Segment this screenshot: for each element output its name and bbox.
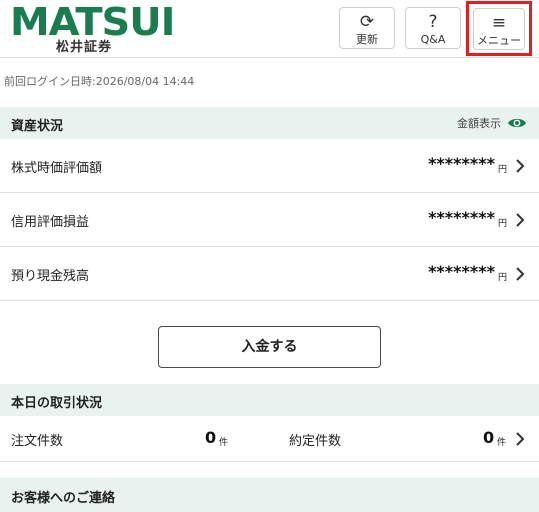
trade-section-header: 本日の取引状況 [0, 384, 539, 416]
amount-display-toggle[interactable]: 金額表示 [457, 114, 527, 132]
refresh-label: 更新 [356, 33, 378, 46]
hamburger-icon: ≡ [491, 13, 507, 33]
notice-section-title: お客様へのご連絡 [11, 491, 116, 506]
row-unit: 円 [497, 219, 507, 229]
notice-section-header: お客様へのご連絡 [0, 478, 539, 512]
row-unit: 円 [497, 273, 507, 283]
last-login-text: 前回ログイン日時:2026/08/04 14:44 [4, 75, 195, 88]
chevron-right-icon [516, 159, 525, 173]
order-count-label: 注文件数 [11, 434, 64, 449]
execution-count-value: 0 [483, 428, 495, 447]
amount-display-label: 金額表示 [457, 117, 501, 130]
chevron-right-icon [516, 267, 525, 281]
row-value-masked: ******** [428, 154, 495, 173]
row-label: 預り現金残高 [11, 269, 90, 284]
assets-section-header: 資産状況 金額表示 [0, 107, 539, 139]
refresh-button[interactable]: ⟳ 更新 [339, 7, 395, 49]
asset-row-cash-balance[interactable]: 預り現金残高 ******** 円 [0, 247, 539, 301]
row-label: 株式時価評価額 [11, 161, 103, 176]
trade-section-title: 本日の取引状況 [11, 396, 103, 411]
qa-label: Q&A [420, 33, 446, 46]
execution-count-label: 約定件数 [289, 434, 342, 449]
menu-button[interactable]: ≡ メニュー [473, 8, 525, 50]
matsui-logo[interactable]: MATSUI 松井証券 [10, 2, 175, 56]
chevron-right-icon [516, 213, 525, 227]
question-icon: ? [428, 12, 438, 32]
refresh-icon: ⟳ [359, 12, 375, 32]
assets-section-title: 資産状況 [11, 119, 64, 134]
row-unit: 円 [497, 165, 507, 175]
deposit-button[interactable]: 入金する [158, 326, 381, 368]
row-value-masked: ******** [428, 208, 495, 227]
menu-label: メニュー [477, 34, 521, 47]
eye-icon [508, 118, 526, 128]
execution-count-unit: 件 [497, 438, 507, 448]
logo-text: MATSUI [10, 0, 175, 44]
app-header: MATSUI 松井証券 ⟳ 更新 ? Q&A ≡ メニュー [0, 0, 539, 58]
logo-subtext: 松井証券 [56, 40, 113, 55]
qa-button[interactable]: ? Q&A [405, 7, 461, 49]
trade-status-row[interactable]: 注文件数 0 件 約定件数 0 件 [0, 416, 539, 462]
order-count-value: 0 [205, 428, 217, 447]
order-count-unit: 件 [219, 438, 229, 448]
row-value-masked: ******** [428, 262, 495, 281]
row-label: 信用評価損益 [11, 215, 90, 230]
asset-row-stock-value[interactable]: 株式時価評価額 ******** 円 [0, 139, 539, 193]
menu-highlight: ≡ メニュー [466, 1, 532, 56]
chevron-right-icon [516, 432, 525, 446]
asset-row-margin-pl[interactable]: 信用評価損益 ******** 円 [0, 193, 539, 247]
